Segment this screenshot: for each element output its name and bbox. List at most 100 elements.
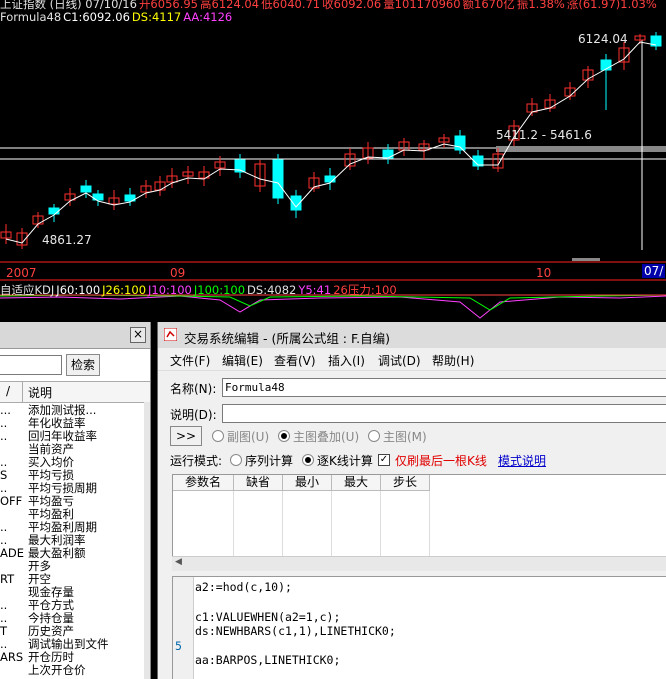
header-value: 自适应KDJ <box>0 283 55 297</box>
header-value: 涨(61.97)1.03% <box>566 0 657 11</box>
code-line-1[interactable]: a2:=hod(c,10); <box>195 580 292 594</box>
kline-chart[interactable]: 上证指数 (日线) 07/10/16 开6056.95 高6124.04 低6040.… <box>0 0 666 322</box>
search-row: 检索 <box>0 349 150 381</box>
menu-item[interactable]: 插入(I) <box>328 352 365 369</box>
param-col-line <box>331 491 332 557</box>
list-item-label: 上次开仓价 <box>28 663 86 677</box>
moving-average-line <box>5 41 657 244</box>
list-item-key: ADE <box>0 547 24 560</box>
code-line-3[interactable]: c1:VALUEWHEN(a2=1,c); <box>195 610 340 624</box>
list-item-key: .. <box>0 612 8 625</box>
header-value: 额1670亿 <box>462 0 515 11</box>
header-value: 收6092.06 <box>322 0 382 11</box>
date-label-09: 09 <box>170 266 186 280</box>
description-label: 说明(D): <box>170 408 217 422</box>
kdj-line-magenta <box>0 295 666 319</box>
mode-help-link[interactable]: 模式说明 <box>498 452 546 469</box>
name-field[interactable]: Formula48 <box>222 378 666 397</box>
list-item[interactable]: .. 平均亏损周期 <box>0 482 150 495</box>
function-list: ... 添加测试报..... 年化收益率.. 回归年收益率 当前资产.. 买入均价 S 平均亏… <box>0 403 150 677</box>
candlestick-plot[interactable] <box>0 0 666 322</box>
date-label-2007: 2007 <box>6 266 37 280</box>
volume-mark <box>572 258 600 261</box>
list-item[interactable]: .. 调试输出到文件 <box>0 638 150 651</box>
list-item[interactable]: .. 今持仓量 <box>0 612 150 625</box>
menu-bar: 文件(F) 编辑(E) 查看(V) 插入(I) 调试(D) 帮助(H) <box>158 348 666 371</box>
list-item-key: RT <box>0 573 15 586</box>
high-price-label: 6124.04 <box>578 32 628 46</box>
menu-item[interactable]: 编辑(E) <box>222 352 263 369</box>
subchart-label: 副图(U) <box>227 430 270 444</box>
list-item-key: .. <box>0 521 8 534</box>
editor-titlebar: 交易系统编辑 - (所属公式组 : F.自编) <box>158 322 666 348</box>
series-calc-label: 序列计算 <box>245 454 294 468</box>
header-value: J10:100 <box>148 283 192 297</box>
menu-item[interactable]: 文件(F) <box>170 352 210 369</box>
search-button[interactable]: 检索 <box>66 354 100 376</box>
menu-item[interactable]: 调试(D) <box>378 352 421 369</box>
param-header-min[interactable]: 最小 <box>283 475 332 491</box>
param-header-default[interactable]: 缺省 <box>234 475 283 491</box>
list-item-key: ARS <box>0 651 24 664</box>
list-item-key: OFF <box>0 495 23 508</box>
panel-titlebar: × <box>0 322 150 349</box>
scroll-left-icon[interactable]: ◀ <box>175 557 182 567</box>
range-label: 5411.2 - 5461.6 <box>496 128 592 142</box>
refresh-last-bar-checkbox[interactable]: ✓ <box>378 454 390 466</box>
kdj-indicator-header: 自适应KDJ J60:100 J26:100 J10:100 J100:100 DS:40… <box>0 282 399 298</box>
candle-body <box>48 207 60 215</box>
mainchart-radio[interactable] <box>368 430 380 442</box>
code-line-6[interactable]: aa:BARPOS,LINETHICK0; <box>195 653 340 667</box>
param-col-line <box>233 491 234 557</box>
parameter-table[interactable]: 参数名 缺省 最小 最大 步长 <box>172 474 666 558</box>
list-item[interactable]: 开多 <box>0 560 150 573</box>
list-item[interactable]: .. 平仓方式 <box>0 599 150 612</box>
list-header-col1[interactable]: / <box>6 384 10 398</box>
formula-header-line: Formula48 C1:6092.06 DS:4117 AA:4126 <box>0 10 234 24</box>
subchart-radio[interactable] <box>212 430 224 442</box>
list-item[interactable]: RT 开空 <box>0 573 150 586</box>
param-table-scrollbar[interactable]: ◀ <box>172 556 666 571</box>
main-overlay-label: 主图叠加(U) <box>293 430 360 444</box>
list-scrollbar[interactable] <box>144 402 150 679</box>
main-overlay-radio[interactable] <box>278 430 290 442</box>
candle-body <box>80 185 92 193</box>
date-label-10: 10 <box>536 266 552 280</box>
line-number: 5 <box>175 639 182 653</box>
list-item[interactable]: .. 回归年收益率 <box>0 430 150 443</box>
per-bar-calc-label: 逐K线计算 <box>317 454 373 468</box>
menu-item[interactable]: 帮助(H) <box>432 352 474 369</box>
header-value: 量101170960 <box>383 0 461 11</box>
list-item[interactable]: ADE 最大盈利额 <box>0 547 150 560</box>
list-item-key: .. <box>0 430 8 443</box>
list-item-key: .. <box>0 456 8 469</box>
code-line-4[interactable]: ds:NEWHBARS(c1,1),LINETHICK0; <box>195 624 396 638</box>
name-label: 名称(N): <box>170 382 217 396</box>
list-header-col2[interactable]: 说明 <box>28 384 52 401</box>
expand-button[interactable]: >> <box>170 426 202 446</box>
list-item[interactable]: 现金存量 <box>0 586 150 599</box>
list-item-key: .. <box>0 417 8 430</box>
list-item[interactable]: 上次开仓价 <box>0 664 150 677</box>
header-value: C1:6092.06 <box>63 10 130 24</box>
candle-body <box>454 135 466 151</box>
app-icon <box>164 328 177 341</box>
param-header-step[interactable]: 步长 <box>381 475 430 491</box>
param-header-max[interactable]: 最大 <box>332 475 381 491</box>
code-editor[interactable]: 5 a2:=hod(c,10); c1:VALUEWHEN(a2=1,c); d… <box>172 576 666 679</box>
description-field[interactable] <box>222 404 666 423</box>
menu-item[interactable]: 查看(V) <box>274 352 316 369</box>
list-item[interactable]: 当前资产 <box>0 443 150 456</box>
line-number-gutter <box>173 577 194 679</box>
header-value: DS:4082 <box>247 283 297 297</box>
per-bar-calc-radio[interactable] <box>302 454 314 466</box>
close-icon[interactable]: × <box>130 327 146 343</box>
header-value: 低6040.71 <box>261 0 321 11</box>
series-calc-radio[interactable] <box>230 454 242 466</box>
search-input[interactable] <box>0 355 62 375</box>
list-item[interactable]: OFF 平均盈亏 <box>0 495 150 508</box>
header-value: AA:4126 <box>183 10 233 24</box>
header-value: J60:100 <box>56 283 101 297</box>
param-header-name[interactable]: 参数名 <box>173 475 234 491</box>
list-item[interactable]: .. 买入均价 <box>0 456 150 469</box>
